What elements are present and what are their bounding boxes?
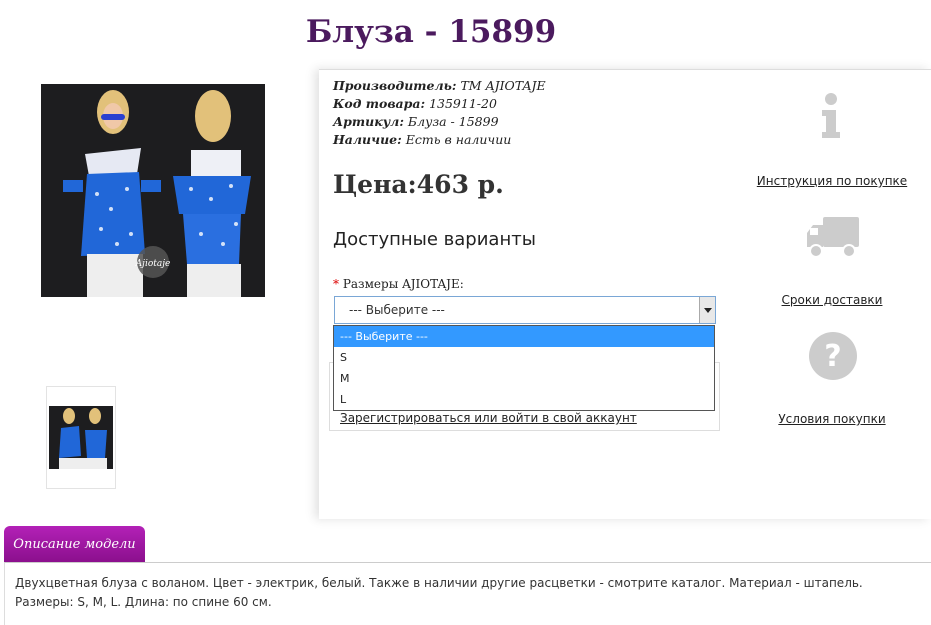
product-thumbnail[interactable] <box>46 386 116 489</box>
chevron-down-icon[interactable] <box>699 297 715 323</box>
manufacturer-row: Производитель: ТМ AJIOTAJE <box>333 77 546 95</box>
sku-row: Артикул: Блуза - 15899 <box>333 113 546 131</box>
stock-row: Наличие: Есть в наличии <box>333 131 546 149</box>
register-login-link[interactable]: Зарегистрироваться или войти в свой акка… <box>340 411 637 425</box>
instruction-item: Инструкция по покупке <box>752 172 912 190</box>
size-select[interactable]: --- Выберите --- <box>334 296 716 324</box>
price: Цена:463 р. <box>333 170 504 199</box>
product-main-image[interactable]: Ajiotaje <box>41 84 265 297</box>
manufacturer-value: ТМ AJIOTAJE <box>460 78 546 93</box>
page-title: Блуза - 15899 <box>305 14 557 50</box>
info-icon[interactable] <box>818 92 844 140</box>
code-value: 135911-20 <box>429 96 497 111</box>
delivery-link[interactable]: Сроки доставки <box>782 293 883 307</box>
sku-label: Артикул: <box>333 114 404 129</box>
stock-value: Есть в наличии <box>405 132 512 147</box>
terms-link[interactable]: Условия покупки <box>778 412 885 426</box>
stock-label: Наличие: <box>333 132 402 147</box>
truck-icon[interactable] <box>805 215 861 261</box>
required-mark: * <box>333 277 339 291</box>
size-label: * Размеры AJIOTAJE: <box>333 277 464 291</box>
size-option-l[interactable]: L <box>334 389 714 410</box>
logo-watermark: Ajiotaje <box>135 259 171 269</box>
description-text: Двухцветная блуза с воланом. Цвет - элек… <box>15 576 863 609</box>
manufacturer-label: Производитель: <box>333 78 457 93</box>
question-icon[interactable]: ? <box>808 331 858 381</box>
variants-heading: Доступные варианты <box>333 229 536 250</box>
size-option-s[interactable]: S <box>334 347 714 368</box>
product-details-panel: Производитель: ТМ AJIOTAJE Код товара: 1… <box>319 69 931 519</box>
size-label-text: Размеры AJIOTAJE: <box>342 277 464 291</box>
tab-description[interactable]: Описание модели <box>4 526 145 563</box>
size-option-m[interactable]: M <box>334 368 714 389</box>
delivery-item: Сроки доставки <box>752 291 912 309</box>
thumbnail-photo <box>49 406 113 469</box>
size-dropdown-list: --- Выберите --- S M L <box>333 325 715 411</box>
code-row: Код товара: 135911-20 <box>333 95 546 113</box>
sku-value: Блуза - 15899 <box>407 114 499 129</box>
size-option-placeholder[interactable]: --- Выберите --- <box>334 326 714 347</box>
product-info: Производитель: ТМ AJIOTAJE Код товара: 1… <box>333 77 546 149</box>
terms-item: Условия покупки <box>752 410 912 428</box>
size-select-value: --- Выберите --- <box>349 303 445 317</box>
instruction-link[interactable]: Инструкция по покупке <box>757 174 907 188</box>
product-photo: Ajiotaje <box>41 84 265 297</box>
svg-text:?: ? <box>824 339 841 374</box>
description-box: Двухцветная блуза с воланом. Цвет - элек… <box>4 562 931 625</box>
code-label: Код товара: <box>333 96 426 111</box>
